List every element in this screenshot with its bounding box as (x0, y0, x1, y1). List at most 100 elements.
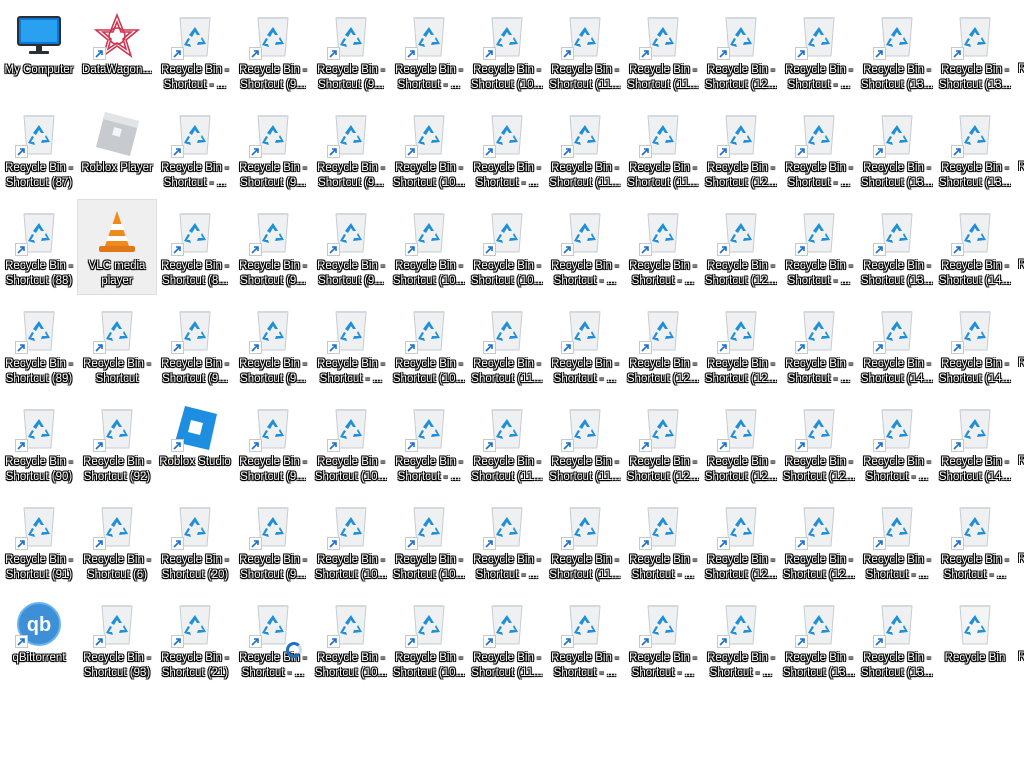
desktop-icon[interactable]: Recycle Bin - Shortcut - ... (468, 102, 546, 196)
desktop-icon[interactable]: Recycle Bin - Shortcut (10... (468, 4, 546, 98)
desktop-icon[interactable]: qb qBittorrent (0, 592, 78, 686)
desktop-icon[interactable]: Recycle Bin - Shortcut (90) (0, 396, 78, 490)
desktop-icon[interactable]: Recycle Bin - Shortcut (11... (546, 102, 624, 196)
desktop-icon[interactable]: Recycle Bin - Shortcut (12... (780, 494, 858, 588)
desktop-icon[interactable]: Recycle Bin - Shortcut (89) (0, 298, 78, 392)
desktop-icon[interactable]: Recycle Bin - Shortcut (93) (78, 592, 156, 686)
desktop-icon[interactable]: Recycle Bin - Shortcut (87) (0, 102, 78, 196)
desktop-icon[interactable]: Recycle Bin - Shortcut (13... (858, 200, 936, 294)
desktop-icon[interactable]: Recycle Bin - Shortcut (13... (780, 592, 858, 686)
desktop-icon[interactable]: Recycle Bin - Shortcut - ... (546, 200, 624, 294)
desktop-icon[interactable]: Recycle Bin - Shortcut - ... (624, 494, 702, 588)
desktop-icon[interactable]: Recycle Bin - Shortcut (13... (936, 4, 1014, 98)
desktop-icon[interactable]: Recycle Bin - Shortcut (11... (624, 102, 702, 196)
desktop-icon[interactable]: Recycle Bin - Shortcut (9... (234, 4, 312, 98)
desktop-icon[interactable]: Recycle Bin - Shortcut - ... (546, 298, 624, 392)
desktop-icon[interactable]: Recycle Bin - Shortcut - ... (780, 4, 858, 98)
desktop-icon[interactable]: Recycle Bin - Shortcut (10... (390, 200, 468, 294)
desktop-icon[interactable]: Recycle Bin - Shortcut (13... (858, 4, 936, 98)
desktop-icon[interactable]: Recycle Bin - Shortcut - ... (858, 396, 936, 490)
desktop-icon[interactable]: Recycle Bin - Shortcut (9... (234, 102, 312, 196)
partially-visible-icon[interactable]: R (1018, 356, 1024, 396)
desktop-icon[interactable]: Recycle Bin - Shortcut (14... (936, 298, 1014, 392)
desktop-icon[interactable]: Recycle Bin - Shortcut - ... (468, 494, 546, 588)
desktop-icon[interactable]: Recycle Bin - Shortcut (8... (156, 200, 234, 294)
desktop-icon[interactable]: Recycle Bin - Shortcut - ... (390, 396, 468, 490)
desktop-icon[interactable]: Recycle Bin - Shortcut (11... (468, 298, 546, 392)
desktop-icon[interactable]: Recycle Bin - Shortcut (10... (312, 592, 390, 686)
desktop-icon[interactable]: Recycle Bin - Shortcut (11... (546, 494, 624, 588)
desktop-icon[interactable]: Recycle Bin - Shortcut (6) (78, 494, 156, 588)
desktop-icon[interactable]: Recycle Bin - Shortcut (91) (0, 494, 78, 588)
desktop-icon[interactable]: Recycle Bin - Shortcut (10... (390, 102, 468, 196)
desktop-icon[interactable]: Recycle Bin - Shortcut - ... (546, 592, 624, 686)
desktop-icon[interactable]: Recycle Bin - Shortcut (20) (156, 494, 234, 588)
desktop-icon[interactable]: Recycle Bin - Shortcut - ... (936, 494, 1014, 588)
desktop-icon[interactable]: Recycle Bin - Shortcut - ... (624, 200, 702, 294)
desktop-icon[interactable]: Recycle Bin - Shortcut (9... (312, 102, 390, 196)
desktop-icon[interactable]: Recycle Bin - Shortcut - ... (624, 592, 702, 686)
desktop-icon[interactable]: Recycle Bin - Shortcut (14... (936, 396, 1014, 490)
desktop-icon-label: R (1018, 553, 1024, 565)
desktop-icon[interactable]: Recycle Bin - Shortcut (12... (624, 396, 702, 490)
desktop-icon[interactable]: Recycle Bin - Shortcut (14... (936, 200, 1014, 294)
desktop-icon[interactable]: Recycle Bin - Shortcut (10... (468, 200, 546, 294)
desktop-icon[interactable]: Recycle Bin - Shortcut (11... (468, 592, 546, 686)
partially-visible-icon[interactable]: R (1018, 650, 1024, 690)
desktop-icon[interactable]: Recycle Bin - Shortcut (13... (936, 102, 1014, 196)
desktop-icon[interactable]: Recycle Bin - Shortcut (10... (312, 494, 390, 588)
desktop-icon[interactable]: Recycle Bin - Shortcut (78, 298, 156, 392)
desktop-icon[interactable]: Recycle Bin - Shortcut (13... (858, 592, 936, 686)
desktop-icon[interactable]: Recycle Bin - Shortcut (10... (390, 494, 468, 588)
partially-visible-icon[interactable]: R (1018, 454, 1024, 494)
desktop-icon[interactable]: Recycle Bin - Shortcut - ... (780, 200, 858, 294)
desktop-icon[interactable]: Recycle Bin - Shortcut (12... (702, 102, 780, 196)
desktop-icon[interactable]: Recycle Bin - Shortcut (12... (780, 396, 858, 490)
desktop-icon[interactable]: Recycle Bin - Shortcut - ... (234, 592, 312, 686)
desktop-icon[interactable]: VLC media player (77, 199, 157, 295)
desktop-icon[interactable]: Recycle Bin - Shortcut (9... (234, 396, 312, 490)
desktop-icon[interactable]: Recycle Bin - Shortcut (21) (156, 592, 234, 686)
desktop-icon[interactable]: Recycle Bin - Shortcut (11... (468, 396, 546, 490)
desktop-icon[interactable]: Recycle Bin - Shortcut - ... (780, 102, 858, 196)
desktop-icon[interactable]: Recycle Bin - Shortcut - ... (156, 4, 234, 98)
desktop-icon[interactable]: Recycle Bin - Shortcut - ... (702, 592, 780, 686)
desktop-icon[interactable]: Recycle Bin - Shortcut (9... (234, 494, 312, 588)
partially-visible-icon[interactable]: R (1018, 258, 1024, 298)
desktop-icon[interactable]: Recycle Bin - Shortcut (9... (234, 200, 312, 294)
desktop-icon[interactable]: Recycle Bin - Shortcut (9... (234, 298, 312, 392)
desktop-icon[interactable]: Recycle Bin - Shortcut (12... (702, 200, 780, 294)
desktop-icon[interactable]: Recycle Bin - Shortcut (13... (858, 102, 936, 196)
desktop-icon[interactable]: Recycle Bin - Shortcut (9... (156, 298, 234, 392)
desktop-icon[interactable]: Recycle Bin - Shortcut - ... (858, 494, 936, 588)
desktop-icon[interactable]: Recycle Bin - Shortcut (9... (312, 200, 390, 294)
desktop-icon[interactable]: Recycle Bin - Shortcut - ... (390, 4, 468, 98)
desktop-icon[interactable]: Recycle Bin - Shortcut (12... (702, 4, 780, 98)
desktop-icon[interactable]: Roblox Studio (156, 396, 234, 490)
desktop-icon[interactable]: Recycle Bin - Shortcut (88) (0, 200, 78, 294)
partially-visible-icon[interactable]: R (1018, 62, 1024, 102)
desktop-icon[interactable]: Recycle Bin - Shortcut (11... (546, 396, 624, 490)
desktop-icon[interactable]: Recycle Bin - Shortcut (12... (624, 298, 702, 392)
desktop-icon[interactable]: DataWagon... (78, 4, 156, 98)
desktop-icon[interactable]: Recycle Bin - Shortcut (92) (78, 396, 156, 490)
desktop-icon[interactable]: Recycle Bin - Shortcut (12... (702, 298, 780, 392)
desktop-icon[interactable]: Recycle Bin - Shortcut (10... (390, 592, 468, 686)
desktop-icon[interactable]: Recycle Bin - Shortcut (10... (312, 396, 390, 490)
desktop-icon[interactable]: Recycle Bin - Shortcut - ... (312, 298, 390, 392)
desktop-icon[interactable]: Recycle Bin (936, 592, 1014, 686)
desktop[interactable]: My Computer Recycle Bin - Shortcut (87) Re… (0, 0, 1024, 768)
partially-visible-icon[interactable]: R (1018, 552, 1024, 592)
desktop-icon[interactable]: Recycle Bin - Shortcut (12... (702, 396, 780, 490)
desktop-icon[interactable]: Recycle Bin - Shortcut (14... (858, 298, 936, 392)
desktop-icon[interactable]: Recycle Bin - Shortcut (11... (624, 4, 702, 98)
desktop-icon[interactable]: Recycle Bin - Shortcut - ... (780, 298, 858, 392)
desktop-icon[interactable]: Recycle Bin - Shortcut (9... (312, 4, 390, 98)
desktop-icon[interactable]: Recycle Bin - Shortcut (10... (390, 298, 468, 392)
desktop-icon[interactable]: Recycle Bin - Shortcut - ... (156, 102, 234, 196)
desktop-icon[interactable]: Roblox Player (78, 102, 156, 196)
desktop-icon[interactable]: Recycle Bin - Shortcut (12... (702, 494, 780, 588)
desktop-icon[interactable]: Recycle Bin - Shortcut (11... (546, 4, 624, 98)
partially-visible-icon[interactable]: R (1018, 160, 1024, 200)
desktop-icon[interactable]: My Computer (0, 4, 78, 98)
